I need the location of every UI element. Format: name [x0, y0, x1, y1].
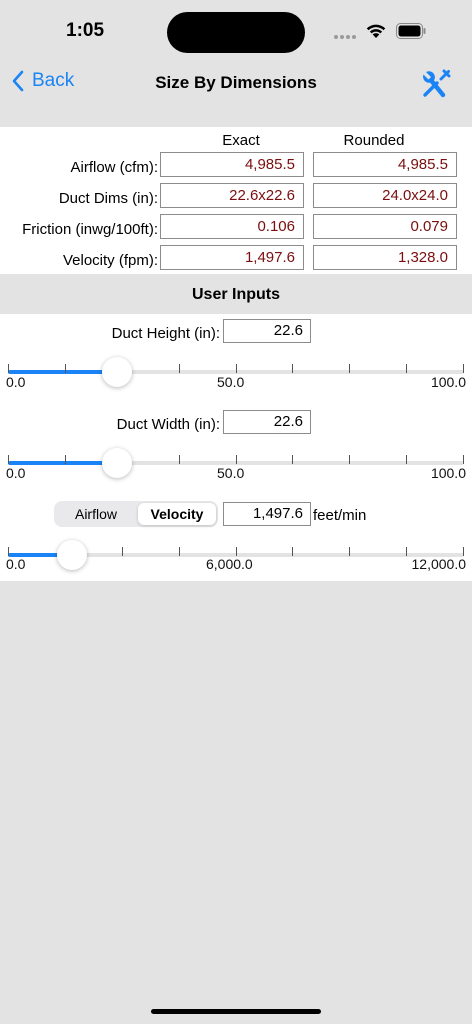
- slider-tick: [179, 364, 180, 373]
- slider-tick: [236, 455, 237, 464]
- duct-height-min-label: 0.0: [6, 374, 26, 390]
- slider-tick: [65, 455, 66, 464]
- label-duct-dims: Duct Dims (in):: [58, 190, 158, 207]
- slider-tick: [463, 455, 464, 464]
- slider-tick: [179, 455, 180, 464]
- slider-tick: [406, 364, 407, 373]
- slider-tick: [406, 547, 407, 556]
- duct-height-mid-label: 50.0: [217, 374, 245, 390]
- cellular-signal-icon: [334, 35, 356, 39]
- slider-tick: [8, 547, 9, 556]
- column-header-exact: Exact: [222, 132, 260, 149]
- slider-tick: [179, 547, 180, 556]
- duct-height-input[interactable]: 22.6: [223, 319, 311, 343]
- slider-thumb[interactable]: [102, 357, 133, 387]
- page-title: Size By Dimensions: [155, 73, 317, 92]
- airflow-exact-value: 4,985.5: [160, 152, 304, 177]
- velocity-max-label: 12,000.0: [411, 556, 467, 572]
- label-friction: Friction (inwg/100ft):: [22, 221, 158, 238]
- duct-width-input[interactable]: 22.6: [223, 410, 311, 434]
- slider-tick: [236, 364, 237, 373]
- duct-width-max-label: 100.0: [430, 465, 466, 481]
- dynamic-island: [167, 12, 305, 53]
- duct-height-max-label: 100.0: [430, 374, 466, 390]
- velocity-mid-label: 6,000.0: [206, 556, 253, 572]
- slider-tick: [463, 547, 464, 556]
- slider-tick: [406, 455, 407, 464]
- slider-tick: [292, 364, 293, 373]
- slider-tick: [463, 364, 464, 373]
- slider-tick: [349, 547, 350, 556]
- friction-rounded-value: 0.079: [313, 214, 457, 239]
- velocity-input[interactable]: 1,497.6: [223, 502, 311, 526]
- slider-tick: [292, 455, 293, 464]
- airflow-velocity-segmented-control[interactable]: Airflow Velocity: [54, 501, 218, 527]
- segment-velocity[interactable]: Velocity: [138, 503, 216, 525]
- segment-airflow[interactable]: Airflow: [56, 503, 136, 525]
- slider-tick: [349, 364, 350, 373]
- duct-width-label: Duct Width (in):: [116, 416, 220, 433]
- slider-tick: [236, 547, 237, 556]
- slider-tick: [8, 364, 9, 373]
- slider-thumb[interactable]: [102, 448, 133, 478]
- duct-width-min-label: 0.0: [6, 465, 26, 481]
- label-airflow: Airflow (cfm):: [70, 159, 159, 176]
- friction-exact-value: 0.106: [160, 214, 304, 239]
- home-indicator: [151, 1009, 321, 1014]
- duct-height-label: Duct Height (in):: [111, 325, 220, 342]
- velocity-rounded-value: 1,328.0: [313, 245, 457, 270]
- slider-tick: [292, 547, 293, 556]
- duct-dims-exact-value: 22.6x22.6: [160, 183, 304, 208]
- slider-tick: [8, 455, 9, 464]
- velocity-exact-value: 1,497.6: [160, 245, 304, 270]
- slider-thumb[interactable]: [56, 540, 87, 570]
- section-header-user-inputs: User Inputs: [191, 286, 280, 303]
- slider-tick: [65, 364, 66, 373]
- slider-tick: [349, 455, 350, 464]
- tools-icon[interactable]: [420, 68, 452, 100]
- slider-tick: [122, 547, 123, 556]
- velocity-unit: feet/min: [313, 507, 367, 524]
- status-time: 1:05: [66, 20, 105, 41]
- wifi-icon: [366, 24, 386, 38]
- duct-dims-rounded-value: 24.0x24.0: [313, 183, 457, 208]
- airflow-rounded-value: 4,985.5: [313, 152, 457, 177]
- battery-icon: [396, 23, 426, 39]
- column-header-rounded: Rounded: [343, 132, 405, 149]
- label-velocity: Velocity (fpm):: [62, 252, 158, 269]
- results-panel: Exact Rounded Airflow (cfm): 4,985.5 4,9…: [0, 127, 472, 274]
- duct-width-mid-label: 50.0: [217, 465, 245, 481]
- velocity-min-label: 0.0: [6, 556, 26, 572]
